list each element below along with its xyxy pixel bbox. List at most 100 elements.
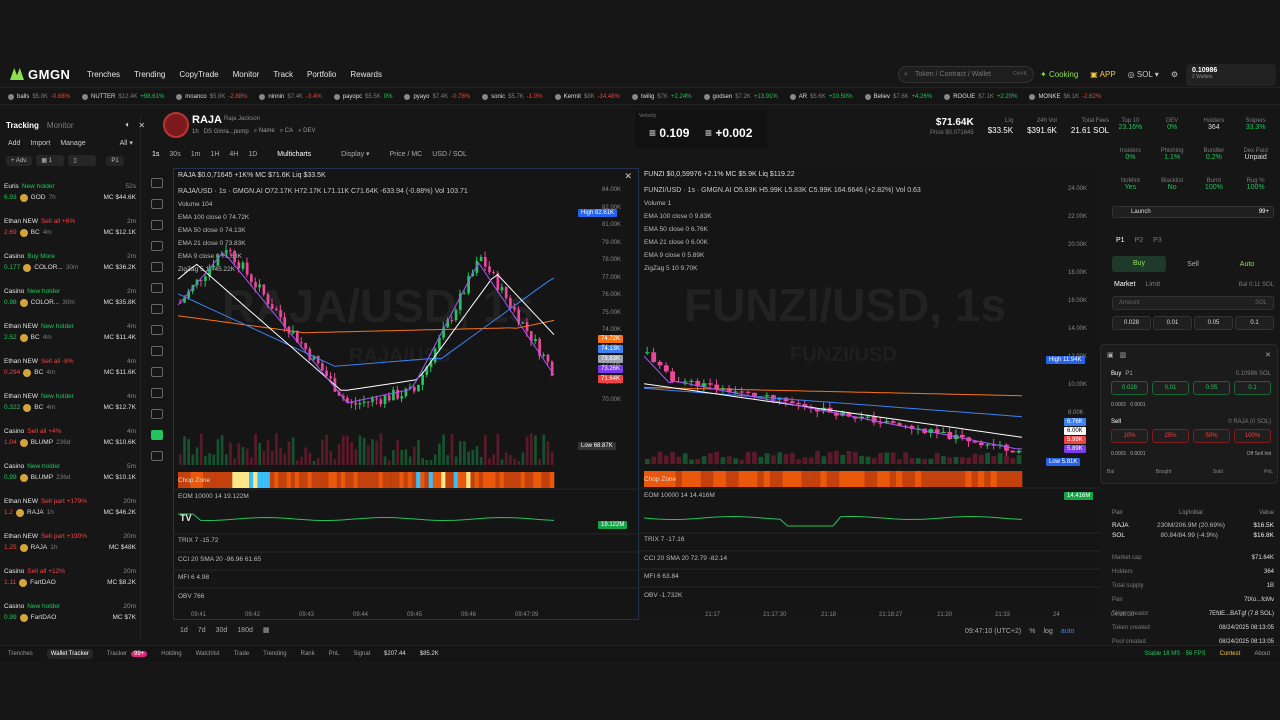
add-button[interactable]: Add — [8, 140, 20, 147]
footer-holding[interactable]: Holding — [161, 651, 181, 657]
nav-copytrade[interactable]: CopyTrade — [179, 70, 218, 79]
close-chart-icon[interactable]: ✕ — [624, 171, 632, 182]
range-1d[interactable]: 1d — [180, 627, 188, 634]
ticker-item[interactable]: Kermit $8K -14.48% — [554, 94, 620, 100]
sell-percent-button[interactable]: 100% — [1234, 429, 1271, 443]
sell-tab[interactable]: Sell — [1166, 261, 1220, 268]
emoji-icon[interactable] — [151, 304, 163, 314]
ticker-item[interactable]: godsen $7.2K +13.91% — [703, 94, 778, 100]
brush-icon[interactable] — [151, 262, 163, 272]
logo[interactable]: GMGN — [10, 67, 70, 82]
info-value[interactable]: 7EfdE...BATgf (7.8 SOL) — [1209, 611, 1274, 617]
search-name-button[interactable]: ⌕ Name — [254, 128, 275, 135]
list-item[interactable]: Casino Buy More 2m 0.177 COLOR... 30m MC $36.2… — [4, 251, 138, 286]
buy-amount-button[interactable]: 0.028 — [1111, 381, 1148, 395]
nav-portfolio[interactable]: Portfolio — [307, 70, 336, 79]
crosshair-icon[interactable] — [151, 178, 163, 188]
amount-input[interactable]: Amount SOL — [1112, 296, 1274, 310]
list-item[interactable]: Ethan NEW Sell part +190% 20m 1.25 RAJA 1h MC … — [4, 531, 138, 566]
preset-p3[interactable]: P3 — [1153, 237, 1162, 244]
dev-button[interactable]: ⌕ DEV — [298, 128, 315, 135]
amount-preset-button[interactable]: 0.1 — [1235, 316, 1274, 330]
display-button[interactable]: Display ▾ — [341, 150, 369, 158]
search-input[interactable]: ⌕ Token / Contract / Wallet Ctrl+K — [898, 66, 1034, 83]
list-item[interactable]: Casino Sell all +4% 4m 1.04 BLUMP 236d MC $10.… — [4, 426, 138, 461]
footer-tracker[interactable]: Tracker — [107, 651, 127, 657]
eye-icon[interactable] — [151, 409, 163, 419]
log-toggle[interactable]: log — [1043, 628, 1052, 635]
zoom-icon[interactable] — [151, 346, 163, 356]
settings-icon[interactable]: ⚙ — [1171, 70, 1178, 79]
auto-toggle[interactable]: auto — [1061, 628, 1075, 635]
nav-trending[interactable]: Trending — [134, 70, 165, 79]
preset-p2[interactable]: P2 — [1135, 237, 1144, 244]
sell-percent-button[interactable]: 10% — [1111, 429, 1148, 443]
tf-1m[interactable]: 1m — [191, 151, 201, 158]
range-180d[interactable]: 180d — [237, 627, 253, 634]
ticker-item[interactable]: AR $5.6K +10.50% — [789, 94, 853, 100]
ruler-icon[interactable] — [151, 325, 163, 335]
buy-amount-button[interactable]: 0.01 — [1152, 381, 1189, 395]
ticker-item[interactable]: balls $5.8K -0.68% — [8, 94, 70, 100]
list-item[interactable]: Euris New holder 52s 6.93 GOD 7h MC $44.6K — [4, 181, 138, 216]
ticker-item[interactable]: twilig $7K +2.24% — [631, 94, 692, 100]
popup-close-icon[interactable]: ✕ — [1265, 351, 1271, 359]
amount-preset-button[interactable]: 0.028 — [1112, 316, 1151, 330]
import-button[interactable]: Import — [30, 140, 50, 147]
preset-select[interactable]: P1 — [106, 155, 124, 166]
ticker-item[interactable]: ninnin $7.4K -3.4% — [259, 94, 322, 100]
list-item[interactable]: Casino New holder 5m 0.99 BLUMP 236d MC $10.1K — [4, 461, 138, 496]
popup-layout-icon[interactable]: ▣ — [1107, 351, 1114, 359]
tf-1s[interactable]: 1s — [152, 151, 159, 158]
footer-signal[interactable]: Signal — [353, 651, 370, 657]
adv-filter-button[interactable]: + Adv. — [6, 155, 33, 166]
filter-all-select[interactable]: All ▾ — [120, 139, 133, 147]
chain-select[interactable]: ◎ SOL ▾ — [1128, 70, 1159, 79]
footer-trade[interactable]: Trade — [234, 651, 249, 657]
range-7d[interactable]: 7d — [198, 627, 206, 634]
buy-amount-button[interactable]: 0.1 — [1234, 381, 1271, 395]
usd-sol-toggle[interactable]: USD / SOL — [432, 151, 467, 158]
tf-4h[interactable]: 4H — [229, 151, 238, 158]
wallet-balance[interactable]: 0.10986 2 Wallets — [1186, 64, 1276, 86]
ticker-item[interactable]: Believ $7.6K +4.26% — [864, 94, 932, 100]
sell-percent-button[interactable]: 25% — [1152, 429, 1189, 443]
footer-watchlist[interactable]: Watchlist — [196, 651, 220, 657]
auto-tab[interactable]: Auto — [1220, 261, 1274, 268]
ticker-item[interactable]: payopc $5.5K 0% — [333, 94, 392, 100]
manage-button[interactable]: Manage — [60, 140, 85, 147]
mute-icon[interactable]: 🔈︎ — [126, 120, 131, 130]
app-button[interactable]: ▣ APP — [1090, 70, 1115, 79]
chart-right[interactable]: FUNZI/USD, 1s FUNZI/USD FUNZI $0,0,59976… — [640, 168, 1100, 620]
layout-icon[interactable] — [151, 430, 163, 440]
list-item[interactable]: Casino Sell all +12% 20m 1.11 FartDAO MC $8.2… — [4, 566, 138, 601]
buy-tab[interactable]: Buy — [1112, 256, 1166, 272]
footer-trending[interactable]: Trending — [263, 651, 286, 657]
ticker-item[interactable]: ROGUE $7.1K +2.20% — [944, 94, 1017, 100]
info-value[interactable]: 7tXo...fcMv — [1244, 597, 1274, 603]
nav-monitor[interactable]: Monitor — [233, 70, 260, 79]
close-icon[interactable]: ✕ — [138, 121, 145, 130]
pattern-icon[interactable] — [151, 241, 163, 251]
lock-icon[interactable] — [151, 388, 163, 398]
ticker-item[interactable]: pyayo $7.4K -0.78% — [404, 94, 470, 100]
tab-monitor[interactable]: Monitor — [47, 121, 74, 130]
magnet-icon[interactable] — [151, 367, 163, 377]
amount-preset-button[interactable]: 0.05 — [1194, 316, 1233, 330]
preset-p1[interactable]: P1 — [1116, 237, 1125, 244]
chart-left[interactable]: RAJA/USD, 1s RAJA/USD RAJA $0.0,71645 +1… — [173, 168, 640, 620]
search-ca-button[interactable]: ⌕ CA — [280, 128, 293, 135]
trendline-icon[interactable] — [151, 199, 163, 209]
tf-1h[interactable]: 1H — [210, 151, 219, 158]
ticker-item[interactable]: sonic $5.7K -1.0% — [482, 94, 543, 100]
creator-link[interactable]: DS Gmra...pump — [204, 129, 249, 135]
text-icon[interactable] — [151, 283, 163, 293]
tf-30s[interactable]: 30s — [169, 151, 180, 158]
market-tab[interactable]: Market — [1114, 281, 1135, 288]
multicharts-button[interactable]: Multicharts — [277, 151, 311, 158]
amount-filter[interactable]: ▦ 1 — [36, 155, 65, 166]
price-mc-toggle[interactable]: Price / MC — [390, 151, 423, 158]
footer-trenches[interactable]: Trenches — [8, 651, 33, 657]
fib-icon[interactable] — [151, 220, 163, 230]
nav-trenches[interactable]: Trenches — [87, 70, 120, 79]
